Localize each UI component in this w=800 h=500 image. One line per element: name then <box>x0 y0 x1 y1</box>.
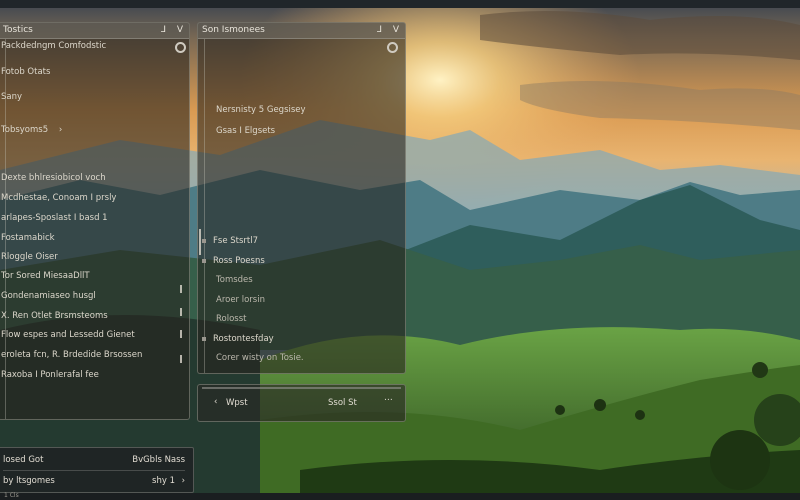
list-item[interactable]: Fotob Otats <box>1 67 50 77</box>
navigation-bar: ‹ Wpst Ssol St ⋯ <box>197 384 406 422</box>
list-item[interactable]: Sany <box>1 92 22 102</box>
tools-panel-title: Tostics <box>3 25 33 35</box>
panel-divider <box>204 39 205 373</box>
list-item-expandable[interactable]: Tobsyoms5 › <box>1 125 62 135</box>
list-item[interactable]: Mcdhestae, Conoam I prsly <box>1 193 116 203</box>
list-item[interactable]: Corer wisty on Tosie. <box>216 353 304 363</box>
tools-panel-header: Tostics ᒧ V <box>0 23 189 39</box>
back-button[interactable]: Wpst <box>226 398 248 408</box>
status-value: shy 1 <box>152 476 175 486</box>
radio-button[interactable] <box>175 42 186 53</box>
list-item[interactable]: Rostontesfday <box>202 334 274 344</box>
list-item[interactable]: Tor Sored MiesaaDllT <box>1 271 90 281</box>
list-item[interactable]: Packdedngm Comfodstic <box>1 41 106 51</box>
status-panel: losed Got BvGbls Nass by ltsgomes shy 1 … <box>0 447 194 493</box>
pin-icon[interactable]: ᒧ <box>376 25 382 35</box>
status-label: losed Got <box>3 455 44 465</box>
list-item[interactable]: Dexte bhlresiobicol voch <box>1 173 106 183</box>
scroll-tick <box>180 330 182 338</box>
list-item[interactable]: Gondenamiaseo husgl <box>1 291 96 301</box>
tools-panel: Tostics ᒧ V Packdedngm Comfodstic Fotob … <box>0 22 190 420</box>
status-row[interactable]: by ltsgomes shy 1 › <box>3 471 185 491</box>
chevron-right-icon[interactable]: › <box>182 471 185 491</box>
list-item[interactable]: Rloggle Oiser <box>1 252 58 262</box>
list-item[interactable]: eroleta fcn, R. Brdedide Brsossen <box>1 350 142 360</box>
list-item[interactable]: Rolosst <box>216 314 246 324</box>
list-item[interactable]: arlapes-Sposlast I basd 1 <box>1 213 108 223</box>
selection-indicator <box>199 229 201 255</box>
status-value: BvGbls Nass <box>132 455 185 465</box>
list-item[interactable]: Gsas I Elgsets <box>216 126 275 136</box>
next-button[interactable]: Ssol St <box>328 398 357 408</box>
more-icon[interactable]: ⋯ <box>384 395 393 405</box>
back-chevron-icon[interactable]: ‹ <box>214 397 217 407</box>
list-item[interactable]: X. Ren Otlet Brsmsteoms <box>1 311 108 321</box>
taskbar-label: 1 Cls <box>4 492 19 499</box>
chevron-right-icon: › <box>58 125 63 135</box>
settings-panel: Son Ismonees ᒧ V Nersnisty 5 Gegsisey Gs… <box>197 22 406 374</box>
status-row[interactable]: losed Got BvGbls Nass <box>3 450 185 471</box>
scroll-tick <box>180 308 182 316</box>
list-item[interactable]: Nersnisty 5 Gegsisey <box>216 105 306 115</box>
list-item[interactable]: Fostamabick <box>1 233 55 243</box>
list-item[interactable]: Raxoba I Ponlerafal fee <box>1 370 99 380</box>
list-item[interactable]: Fse Stsrtl7 <box>202 236 258 246</box>
taskbar: 1 Cls <box>0 492 800 500</box>
list-item[interactable]: Tomsdes <box>216 275 253 285</box>
scroll-tick <box>180 355 182 363</box>
status-label: by ltsgomes <box>3 476 55 486</box>
settings-panel-title: Son Ismonees <box>202 25 265 35</box>
list-item[interactable]: Ross Poesns <box>202 256 265 266</box>
chevron-down-icon[interactable]: V <box>393 25 399 35</box>
scroll-tick <box>180 285 182 293</box>
pin-icon[interactable]: ᒧ <box>160 25 166 35</box>
top-bar <box>0 0 800 8</box>
settings-panel-header: Son Ismonees ᒧ V <box>198 23 405 39</box>
list-item[interactable]: Aroer lorsin <box>216 295 265 305</box>
list-item[interactable]: Flow espes and Lessedd Gienet <box>1 330 135 340</box>
chevron-down-icon[interactable]: V <box>177 25 183 35</box>
radio-button[interactable] <box>387 42 398 53</box>
nav-bar-divider <box>202 387 401 389</box>
